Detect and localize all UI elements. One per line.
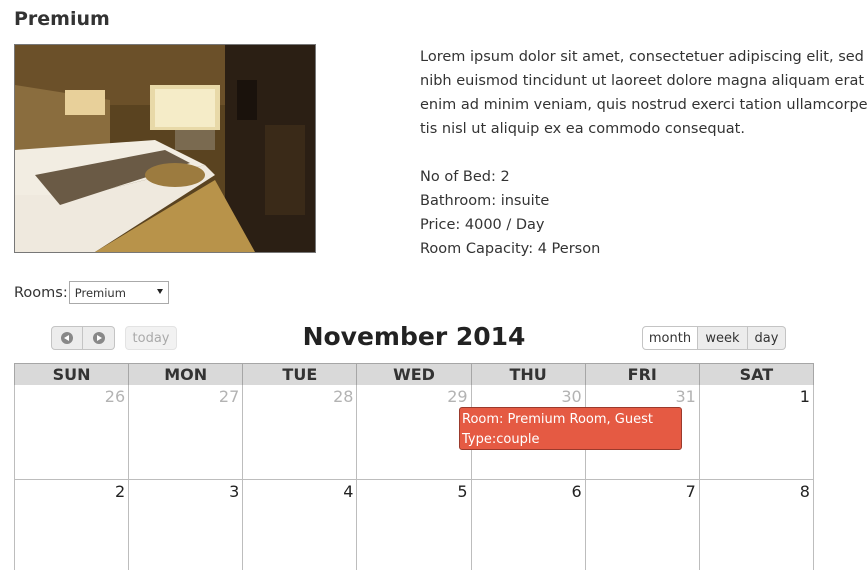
- week-row: 26 27 28 29 30 31 1: [14, 385, 814, 480]
- day-cell[interactable]: 3: [129, 480, 244, 570]
- day-cell[interactable]: 28: [243, 385, 358, 480]
- today-button[interactable]: today: [125, 326, 177, 350]
- day-cell[interactable]: 6: [472, 480, 586, 570]
- day-cell[interactable]: 2: [15, 480, 130, 570]
- rooms-select-value: Premium: [74, 285, 126, 300]
- day-view-button[interactable]: day: [748, 326, 786, 350]
- day-header: WED: [357, 364, 472, 385]
- calendar-title: November 2014: [302, 322, 526, 351]
- day-header: SAT: [700, 364, 814, 385]
- day-cell[interactable]: 7: [586, 480, 700, 570]
- room-title: Premium: [14, 8, 110, 30]
- week-row: 2 3 4 5 6 7 8: [14, 480, 814, 570]
- next-button[interactable]: [83, 326, 115, 350]
- chevron-right-circle-icon: [92, 332, 105, 344]
- day-cell[interactable]: 4: [243, 480, 358, 570]
- description-line: tis nisl ut aliquip ex ea commodo conseq…: [420, 121, 745, 137]
- day-cell[interactable]: 8: [700, 480, 814, 570]
- spec-beds: No of Bed: 2: [420, 169, 510, 185]
- calendar-event[interactable]: Room: Premium Room, Guest Type:couple: [459, 407, 682, 450]
- dropdown-arrow-icon: [156, 289, 163, 294]
- day-cell[interactable]: 27: [129, 385, 244, 480]
- description-line: Lorem ipsum dolor sit amet, consectetuer…: [420, 49, 868, 65]
- rooms-filter: Rooms: Premium: [14, 281, 169, 304]
- day-cell[interactable]: 1: [699, 385, 814, 480]
- day-cell[interactable]: 29: [357, 385, 472, 480]
- description-line: nibh euismod tincidunt ut laoreet dolore…: [420, 73, 868, 89]
- calendar-nav: [51, 326, 115, 350]
- day-header: SUN: [15, 364, 130, 385]
- room-specs: No of Bed: 2 Bathroom: insuite Price: 40…: [420, 165, 600, 261]
- day-header-row: SUN MON TUE WED THU FRI SAT: [14, 363, 814, 385]
- week-view-button[interactable]: week: [698, 326, 748, 350]
- rooms-label: Rooms:: [14, 284, 68, 301]
- description-line: enim ad minim veniam, quis nostrud exerc…: [420, 97, 868, 113]
- prev-button[interactable]: [51, 326, 83, 350]
- spec-bathroom: Bathroom: insuite: [420, 193, 550, 209]
- spec-price: Price: 4000 / Day: [420, 217, 545, 233]
- rooms-select[interactable]: Premium: [68, 281, 169, 304]
- day-cell[interactable]: 5: [357, 480, 472, 570]
- event-type: Type:couple: [462, 432, 540, 447]
- month-view-button[interactable]: month: [642, 326, 698, 350]
- room-description: Lorem ipsum dolor sit amet, consectetuer…: [420, 45, 868, 141]
- event-title: Room: Premium Room, Guest: [462, 412, 653, 427]
- day-header: TUE: [243, 364, 358, 385]
- spec-capacity: Room Capacity: 4 Person: [420, 241, 601, 257]
- view-switcher: month week day: [642, 326, 786, 350]
- room-photo: [14, 44, 316, 253]
- chevron-left-circle-icon: [61, 332, 73, 344]
- day-cell[interactable]: 26: [15, 385, 130, 480]
- day-header: FRI: [586, 364, 700, 385]
- calendar-grid: SUN MON TUE WED THU FRI SAT 26 27 28 29 …: [14, 363, 814, 570]
- day-header: THU: [472, 364, 586, 385]
- day-header: MON: [129, 364, 244, 385]
